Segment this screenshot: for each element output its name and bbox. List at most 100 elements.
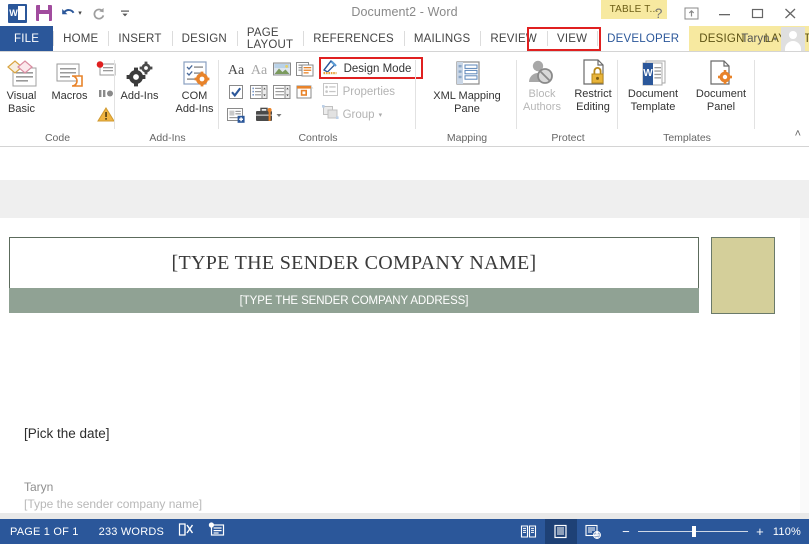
xml-mapping-pane-label-line1: XML Mapping — [433, 90, 501, 102]
legacy-tools-icon[interactable] — [248, 104, 293, 126]
tab-developer[interactable]: DEVELOPER — [597, 26, 689, 51]
word-application-window: W ▾ Document2 - Word TABLE T... ? FILE H… — [0, 0, 809, 544]
combo-box-content-control-icon[interactable] — [248, 81, 270, 103]
drop-down-list-content-control-icon[interactable] — [271, 81, 293, 103]
macros-label-line1: Macros — [51, 90, 88, 102]
tab-insert[interactable]: INSERT — [108, 26, 171, 51]
macros-button[interactable]: Macros — [47, 58, 93, 103]
document-panel-icon — [704, 58, 738, 88]
ribbon-group-templates: W Document Template Document Panel Templ… — [619, 52, 755, 147]
rich-text-content-control-icon[interactable]: Aa — [225, 58, 247, 80]
building-block-gallery-content-control-icon[interactable] — [294, 58, 316, 80]
block-authors-button[interactable]: Block Authors — [518, 58, 566, 113]
zoom-level-label[interactable]: 110% — [773, 526, 801, 538]
com-add-ins-icon — [178, 58, 212, 90]
content-controls-gallery: Aa Aa — [225, 58, 316, 126]
properties-button[interactable]: Properties — [322, 82, 412, 101]
svg-text:Aa: Aa — [227, 63, 244, 77]
document-body: [Pick the date] Taryn [Type the sender c… — [24, 426, 215, 519]
print-layout-icon[interactable] — [544, 519, 577, 544]
close-icon[interactable] — [774, 1, 807, 25]
tab-file[interactable]: FILE — [0, 26, 54, 51]
properties-label: Properties — [342, 85, 396, 98]
record-macro-icon[interactable] — [96, 61, 116, 82]
document-panel-label-line2: Panel — [706, 100, 736, 113]
document-template-button[interactable]: W Document Template — [620, 58, 686, 113]
xml-mapping-pane-label-line2: Pane — [454, 102, 480, 115]
group-label-templates: Templates — [663, 132, 711, 144]
group-icon — [321, 104, 339, 125]
zoom-out-button[interactable]: − — [621, 524, 631, 539]
sender-company-placeholder[interactable]: [Type the sender company name] — [24, 496, 215, 513]
status-word-count[interactable]: 233 WORDS — [89, 526, 174, 538]
add-ins-label-line1: Add-Ins — [120, 90, 159, 102]
ribbon-tab-bar: FILE HOME INSERT DESIGN PAGE LAYOUT REFE… — [0, 26, 809, 52]
tab-references[interactable]: REFERENCES — [303, 26, 404, 51]
plain-text-content-control-icon[interactable]: Aa — [248, 58, 270, 80]
add-ins-button[interactable]: Add-Ins — [116, 58, 164, 103]
help-icon[interactable]: ? — [642, 1, 675, 25]
restore-icon[interactable] — [741, 1, 774, 25]
check-box-content-control-icon[interactable] — [225, 81, 247, 103]
sender-company-name-text: [TYPE THE SENDER COMPANY NAME] — [171, 251, 537, 274]
avatar[interactable] — [781, 27, 805, 51]
tab-view[interactable]: VIEW — [546, 26, 597, 51]
properties-icon — [322, 82, 339, 102]
sender-company-name-control[interactable]: [TYPE THE SENDER COMPANY NAME] — [9, 237, 699, 288]
tab-page-layout[interactable]: PAGE LAYOUT — [236, 26, 303, 51]
sender-name[interactable]: Taryn — [24, 479, 215, 496]
tab-mailings[interactable]: MAILINGS — [403, 26, 481, 51]
proofing-errors-icon[interactable] — [178, 522, 194, 542]
minimize-icon[interactable] — [708, 1, 741, 25]
tab-home[interactable]: HOME — [53, 26, 108, 51]
document-page[interactable]: [TYPE THE SENDER COMPANY NAME] [TYPE THE… — [0, 218, 800, 519]
date-picker-placeholder[interactable]: [Pick the date] — [24, 426, 215, 441]
restrict-editing-label-line2: Editing — [576, 100, 610, 113]
group-button[interactable]: Group ▾ — [321, 104, 412, 125]
document-header-band — [0, 180, 809, 218]
repeating-section-content-control-icon[interactable] — [225, 104, 247, 126]
restrict-editing-button[interactable]: Restrict Editing — [568, 58, 618, 113]
macro-recording-icon[interactable] — [208, 521, 225, 542]
ribbon-group-code: Visual Basic Macros Code — [0, 52, 115, 147]
picture-content-control-icon[interactable] — [271, 58, 293, 80]
document-panel-button[interactable]: Document Panel — [688, 58, 754, 113]
document-panel-label-line1: Document — [695, 88, 747, 100]
visual-basic-button[interactable]: Visual Basic — [0, 58, 45, 115]
svg-text:Aa: Aa — [250, 63, 267, 77]
group-label-controls: Controls — [298, 132, 338, 144]
visual-basic-label-line1: Visual — [6, 90, 37, 102]
group-label-mapping: Mapping — [446, 132, 488, 144]
ribbon: Visual Basic Macros Code Add-Ins COM Add… — [0, 52, 809, 147]
document-template-icon: W — [636, 58, 670, 88]
zoom-control[interactable]: − + — [621, 524, 765, 539]
account-area[interactable]: Taryn ▾ — [741, 26, 805, 52]
visual-basic-label-line2: Basic — [8, 102, 35, 115]
chevron-down-icon[interactable]: ▾ — [379, 111, 383, 119]
com-add-ins-button[interactable]: COM Add-Ins — [170, 58, 220, 115]
chevron-down-icon[interactable]: ▾ — [773, 35, 777, 43]
document-template-label-line2: Template — [630, 100, 676, 113]
word-logo-letter: W — [9, 7, 18, 18]
restrict-editing-icon — [576, 58, 610, 88]
sender-company-address-control[interactable]: [TYPE THE SENDER COMPANY ADDRESS] — [9, 288, 699, 313]
ribbon-group-controls: Aa Aa Design Mode Properties Group ▾ Con… — [220, 52, 423, 147]
zoom-slider[interactable] — [637, 526, 748, 537]
ribbon-display-options-icon[interactable] — [675, 1, 708, 25]
tab-review[interactable]: REVIEW — [480, 26, 547, 51]
status-page-indicator[interactable]: PAGE 1 OF 1 — [0, 526, 89, 538]
zoom-in-button[interactable]: + — [755, 524, 765, 539]
xml-mapping-pane-button[interactable]: XML Mapping Pane — [417, 52, 517, 115]
sender-company-address-text: [TYPE THE SENDER COMPANY ADDRESS] — [239, 294, 469, 307]
tab-design[interactable]: DESIGN — [171, 26, 237, 51]
zoom-slider-thumb[interactable] — [691, 526, 696, 537]
macro-security-icon[interactable] — [96, 106, 116, 128]
pause-recording-icon[interactable] — [96, 85, 116, 103]
collapse-ribbon-icon[interactable]: ˄ — [795, 128, 801, 140]
group-label-code: Code — [44, 132, 71, 144]
date-picker-content-control-icon[interactable] — [294, 81, 316, 103]
design-mode-button[interactable]: Design Mode — [318, 57, 423, 79]
design-mode-highlight — [318, 57, 423, 79]
web-layout-icon[interactable] — [577, 519, 609, 544]
read-mode-icon[interactable] — [513, 519, 545, 544]
